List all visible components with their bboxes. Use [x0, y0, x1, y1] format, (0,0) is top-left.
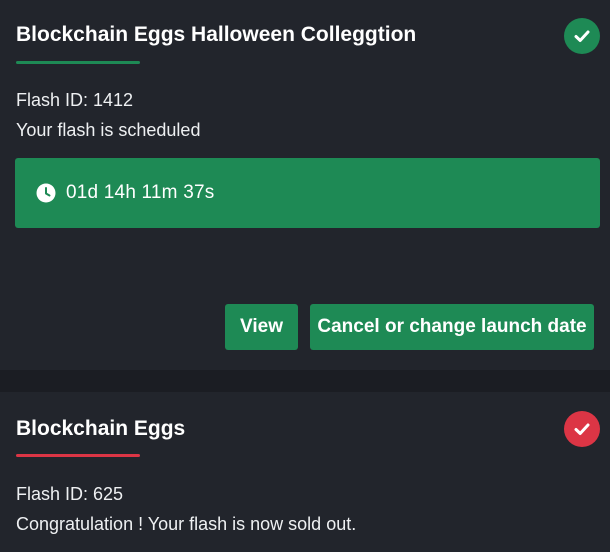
- flash-card-sold-out: Blockchain Eggs Flash ID: 625 Congratula…: [0, 392, 610, 552]
- card-title: Blockchain Eggs Halloween Colleggtion: [16, 23, 417, 46]
- countdown-banner: 01d 14h 11m 37s: [15, 158, 600, 228]
- title-underline: [16, 454, 140, 457]
- flash-id: Flash ID: 625: [16, 484, 124, 504]
- status-text: Your flash is scheduled: [16, 120, 201, 140]
- title-underline: [16, 61, 140, 64]
- view-button[interactable]: View: [225, 304, 298, 350]
- countdown-timer: 01d 14h 11m 37s: [66, 182, 215, 203]
- flash-card-scheduled: Blockchain Eggs Halloween Colleggtion Fl…: [0, 0, 610, 370]
- clock-icon: [36, 183, 56, 203]
- cancel-or-change-launch-date-button[interactable]: Cancel or change launch date: [310, 304, 594, 350]
- card-title: Blockchain Eggs: [16, 417, 186, 440]
- check-icon: [564, 411, 600, 447]
- flash-id: Flash ID: 1412: [16, 90, 134, 110]
- check-icon: [564, 18, 600, 54]
- status-text: Congratulation ! Your flash is now sold …: [16, 514, 357, 534]
